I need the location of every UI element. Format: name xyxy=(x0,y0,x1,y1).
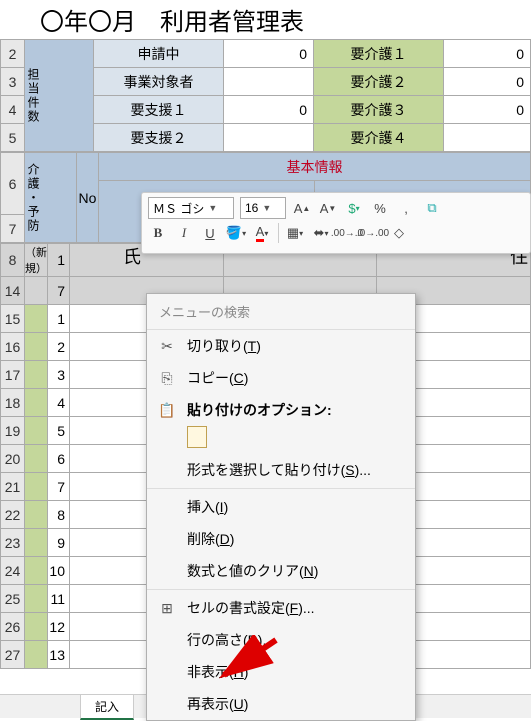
font-size-select[interactable]: 16▼ xyxy=(240,197,286,219)
paste-default-icon[interactable] xyxy=(187,426,207,448)
menu-copy[interactable]: ⎘コピー(C) xyxy=(147,362,415,394)
format-icon: ⊞ xyxy=(157,600,177,617)
cell[interactable]: 4 xyxy=(48,389,70,417)
col-label: No xyxy=(77,153,99,243)
row-header[interactable]: 23 xyxy=(1,529,25,557)
cell[interactable]: 1 xyxy=(48,244,70,277)
cell[interactable]: 5 xyxy=(48,417,70,445)
underline-button[interactable]: U xyxy=(200,223,220,243)
row-header[interactable]: 27 xyxy=(1,641,25,669)
row-header[interactable]: 8 xyxy=(1,244,25,277)
row-header[interactable]: 3 xyxy=(1,68,25,96)
increase-decimal-icon[interactable]: .0→.00 xyxy=(363,223,383,243)
section-label: 基本情報 xyxy=(99,153,531,181)
side-label: 担当件数 xyxy=(25,68,42,124)
borders-icon[interactable]: ▦▾ xyxy=(285,223,305,243)
col-name-left: 氏 xyxy=(123,243,141,269)
cell[interactable]: 0 xyxy=(444,68,531,96)
cell[interactable]: 8 xyxy=(48,501,70,529)
menu-search[interactable]: メニューの検索 xyxy=(147,294,415,330)
menu-cut[interactable]: ✂切り取り(T) xyxy=(147,330,415,362)
menu-paste-options: 📋貼り付けのオプション: xyxy=(147,394,415,426)
cell[interactable]: 要介護２ xyxy=(314,68,444,96)
cell[interactable]: 3 xyxy=(48,361,70,389)
col-label: 介護・予防 xyxy=(25,163,42,233)
row-header[interactable]: 6 xyxy=(1,153,25,215)
row-header[interactable]: 14 xyxy=(1,277,25,305)
cell[interactable]: 1 xyxy=(48,305,70,333)
comma-icon[interactable]: , xyxy=(396,198,416,218)
cell[interactable]: 6 xyxy=(48,445,70,473)
cell[interactable]: 10 xyxy=(48,557,70,585)
row-header[interactable]: 22 xyxy=(1,501,25,529)
row-header[interactable]: 21 xyxy=(1,473,25,501)
annotation-arrow-icon xyxy=(216,635,286,685)
cell[interactable]: 事業対象者 xyxy=(94,68,224,96)
cell[interactable]: 要支援１ xyxy=(94,96,224,124)
row-header[interactable]: 18 xyxy=(1,389,25,417)
fill-color-icon[interactable]: 🪣▾ xyxy=(226,223,246,243)
clipboard-icon: 📋 xyxy=(157,402,177,419)
row-header[interactable]: 16 xyxy=(1,333,25,361)
cell[interactable]: 要支援２ xyxy=(94,124,224,152)
accounting-format-icon[interactable]: $▾ xyxy=(344,198,364,218)
row-header[interactable]: 17 xyxy=(1,361,25,389)
cell[interactable]: 13 xyxy=(48,641,70,669)
italic-button[interactable]: I xyxy=(174,223,194,243)
page-title: 〇年〇月 利用者管理表 xyxy=(0,0,531,39)
row-header[interactable]: 26 xyxy=(1,613,25,641)
scissors-icon: ✂ xyxy=(157,338,177,355)
cell[interactable] xyxy=(224,124,314,152)
merge-icon[interactable]: ⬌▾ xyxy=(311,223,331,243)
cell[interactable] xyxy=(224,68,314,96)
summary-table: 2 担当件数 申請中 0 要介護１ 0 3 事業対象者 要介護２ 0 4 要支援… xyxy=(0,39,531,152)
row-header[interactable]: 15 xyxy=(1,305,25,333)
row-header[interactable]: 20 xyxy=(1,445,25,473)
cell[interactable]: 7 xyxy=(48,473,70,501)
cell[interactable]: 11 xyxy=(48,585,70,613)
sheet-tab[interactable]: 記入 xyxy=(80,694,134,720)
row-header[interactable]: 7 xyxy=(1,215,25,243)
font-color-icon[interactable]: A▾ xyxy=(252,223,272,243)
row-header[interactable]: 25 xyxy=(1,585,25,613)
menu-delete[interactable]: 削除(D) xyxy=(147,523,415,555)
cell[interactable]: 0 xyxy=(444,40,531,68)
menu-format-cells[interactable]: ⊞セルの書式設定(F)... xyxy=(147,592,415,624)
cell[interactable]: 9 xyxy=(48,529,70,557)
cell[interactable]: 7 xyxy=(48,277,70,305)
cell[interactable]: 申請中 xyxy=(94,40,224,68)
percent-icon[interactable]: % xyxy=(370,198,390,218)
decrease-font-icon[interactable]: A▼ xyxy=(318,198,338,218)
cell[interactable]: 0 xyxy=(224,40,314,68)
menu-unhide[interactable]: 再表示(U) xyxy=(147,688,415,720)
clear-format-icon[interactable]: ◇ xyxy=(389,223,409,243)
cell[interactable]: 2 xyxy=(48,333,70,361)
menu-paste-special[interactable]: 形式を選択して貼り付け(S)... xyxy=(147,454,415,486)
row-header[interactable]: 4 xyxy=(1,96,25,124)
cell[interactable]: 0 xyxy=(224,96,314,124)
menu-insert[interactable]: 挿入(I) xyxy=(147,491,415,523)
row-header[interactable]: 5 xyxy=(1,124,25,152)
cell[interactable] xyxy=(444,124,531,152)
cell[interactable]: 要介護４ xyxy=(314,124,444,152)
row-header[interactable]: 24 xyxy=(1,557,25,585)
copy-icon: ⎘ xyxy=(157,370,177,387)
mini-toolbar: ＭＳ ゴシ▼ 16▼ A▲ A▼ $▾ % , ⧉ B I U 🪣▾ A▾ ▦▾… xyxy=(141,192,531,254)
cell[interactable]: 要介護１ xyxy=(314,40,444,68)
cell[interactable]: 0 xyxy=(444,96,531,124)
menu-clear[interactable]: 数式と値のクリア(N) xyxy=(147,555,415,587)
format-painter-icon[interactable]: ⧉ xyxy=(422,198,442,218)
bold-button[interactable]: B xyxy=(148,223,168,243)
cell[interactable]: 要介護３ xyxy=(314,96,444,124)
increase-font-icon[interactable]: A▲ xyxy=(292,198,312,218)
row-header[interactable]: 19 xyxy=(1,417,25,445)
row-header[interactable]: 2 xyxy=(1,40,25,68)
cell[interactable]: 12 xyxy=(48,613,70,641)
decrease-decimal-icon[interactable]: .00→.0 xyxy=(337,223,357,243)
font-family-select[interactable]: ＭＳ ゴシ▼ xyxy=(148,197,234,219)
